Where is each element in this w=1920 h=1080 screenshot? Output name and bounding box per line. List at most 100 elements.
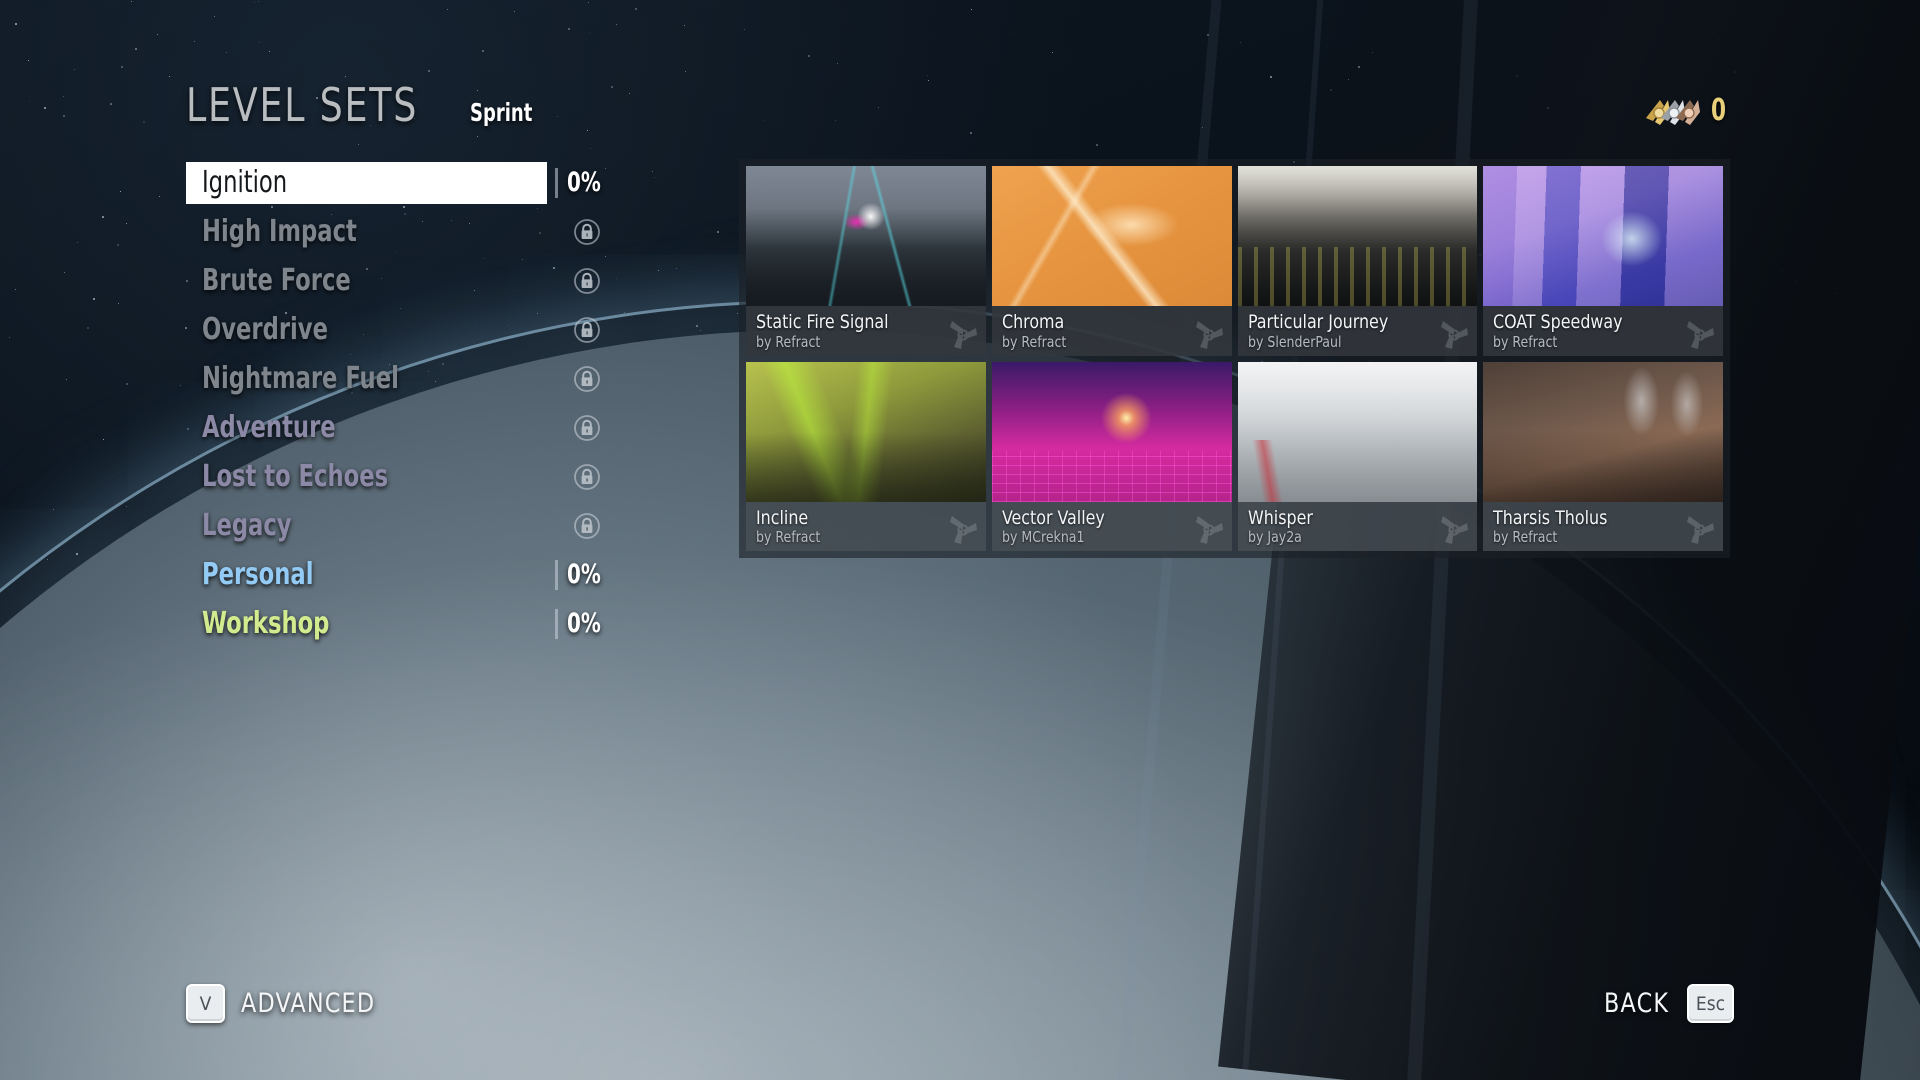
star: [684, 25, 686, 27]
level-thumbnail: [1483, 166, 1723, 306]
star: [44, 107, 46, 109]
star: [120, 191, 121, 192]
star: [635, 8, 637, 10]
sidebar-item-legacy[interactable]: Legacy: [186, 501, 626, 550]
level-card[interactable]: COAT Speedway by Refract: [1483, 166, 1723, 356]
star: [117, 244, 119, 246]
sidebar-item-brute-force[interactable]: Brute Force: [186, 256, 626, 305]
level-author: by SlenderPaul: [1247, 332, 1341, 351]
star: [87, 327, 89, 329]
star: [47, 559, 48, 560]
lock-icon: [574, 414, 601, 441]
progress-indicator: 0%: [555, 608, 608, 639]
star: [102, 216, 104, 218]
star: [928, 80, 929, 81]
lock-icon: [574, 316, 601, 343]
level-card[interactable]: Static Fire Signal by Refract: [746, 166, 986, 356]
star: [557, 116, 558, 117]
blade-icon: [1441, 516, 1469, 544]
star: [764, 120, 766, 122]
lock-icon: [574, 218, 601, 245]
level-name: Tharsis Tholus: [1493, 506, 1608, 529]
level-name: Vector Valley: [1001, 506, 1105, 529]
star: [126, 223, 127, 224]
sidebar-item-workshop[interactable]: Workshop 0%: [186, 599, 626, 648]
set-name-box: Nightmare Fuel: [186, 358, 547, 400]
sidebar-item-overdrive[interactable]: Overdrive: [186, 305, 626, 354]
blade-icon: [1195, 320, 1223, 349]
star: [9, 337, 11, 339]
blade-icon: [1687, 320, 1714, 349]
back-keycap[interactable]: Esc: [1686, 984, 1734, 1023]
level-meta: Chroma by Refract: [991, 306, 1232, 356]
sidebar-item-nightmare-fuel[interactable]: Nightmare Fuel: [186, 354, 626, 403]
level-thumbnail: [1237, 166, 1478, 306]
blade-icon: [949, 516, 977, 544]
level-meta: Whisper by Jay2a: [1237, 501, 1478, 551]
sidebar-item-adventure[interactable]: Adventure: [186, 403, 626, 452]
star: [1270, 76, 1272, 78]
blade-icon: [949, 320, 977, 349]
star: [1013, 33, 1015, 35]
level-card[interactable]: Vector Valley by MCrekna1: [991, 361, 1232, 551]
set-name-label: Adventure: [202, 409, 336, 445]
sidebar-item-lost-to-echoes[interactable]: Lost to Echoes: [186, 452, 626, 501]
advanced-action[interactable]: V ADVANCED: [186, 984, 387, 1023]
star: [110, 103, 112, 105]
level-thumbnail: [991, 361, 1232, 502]
advanced-keycap[interactable]: V: [186, 984, 225, 1023]
set-status: 0%: [555, 559, 626, 590]
star: [269, 51, 270, 52]
star: [118, 303, 119, 304]
level-meta: Tharsis Tholus by Refract: [1483, 501, 1723, 551]
star: [477, 136, 478, 137]
star: [587, 130, 588, 131]
set-status: [555, 218, 626, 246]
star: [744, 29, 745, 30]
level-card[interactable]: Whisper by Jay2a: [1237, 361, 1478, 551]
set-name-label: Personal: [202, 556, 314, 592]
star: [53, 509, 54, 510]
star: [15, 289, 16, 290]
star: [629, 93, 630, 94]
star: [93, 298, 95, 300]
star: [345, 76, 347, 78]
sidebar-item-high-impact[interactable]: High Impact: [186, 207, 626, 256]
star: [700, 330, 702, 332]
level-thumbnail: [991, 166, 1232, 306]
level-name: COAT Speedway: [1493, 311, 1623, 333]
level-card[interactable]: Incline by Refract: [746, 361, 986, 551]
back-label: BACK: [1603, 988, 1670, 1019]
sidebar-item-ignition[interactable]: Ignition 0%: [186, 158, 626, 207]
star: [927, 75, 929, 77]
star: [685, 71, 686, 72]
level-select-screen: LEVEL SETS Sprint 0 Ignition 0% High Imp…: [0, 0, 1920, 1080]
set-name-label: Brute Force: [202, 262, 351, 298]
star: [126, 383, 128, 385]
level-card[interactable]: Chroma by Refract: [991, 166, 1232, 356]
set-name-label: Lost to Echoes: [202, 458, 389, 494]
set-status: 0%: [555, 167, 626, 198]
set-name-box: Legacy: [186, 505, 547, 547]
level-card[interactable]: Particular Journey by SlenderPaul: [1237, 166, 1478, 356]
star: [611, 86, 613, 88]
star: [837, 63, 838, 64]
blade-icon: [1195, 516, 1223, 544]
level-card[interactable]: Tharsis Tholus by Refract: [1483, 361, 1723, 551]
star: [696, 325, 698, 327]
level-author: by Refract: [756, 528, 821, 547]
back-action[interactable]: BACK Esc: [1604, 984, 1734, 1023]
set-name-box: Personal: [186, 554, 547, 596]
level-set-list: Ignition 0% High Impact Brute Force Overdriv…: [186, 158, 626, 648]
star: [63, 96, 64, 97]
level-name: Incline: [756, 506, 809, 529]
star: [159, 196, 160, 197]
set-name-label: Workshop: [202, 605, 330, 641]
set-name-box: Workshop: [186, 603, 547, 645]
page-header: LEVEL SETS Sprint: [186, 78, 548, 132]
set-status: [555, 463, 626, 491]
level-author: by Refract: [1493, 332, 1558, 351]
star: [143, 121, 145, 123]
sidebar-item-personal[interactable]: Personal 0%: [186, 550, 626, 599]
star: [103, 439, 104, 440]
